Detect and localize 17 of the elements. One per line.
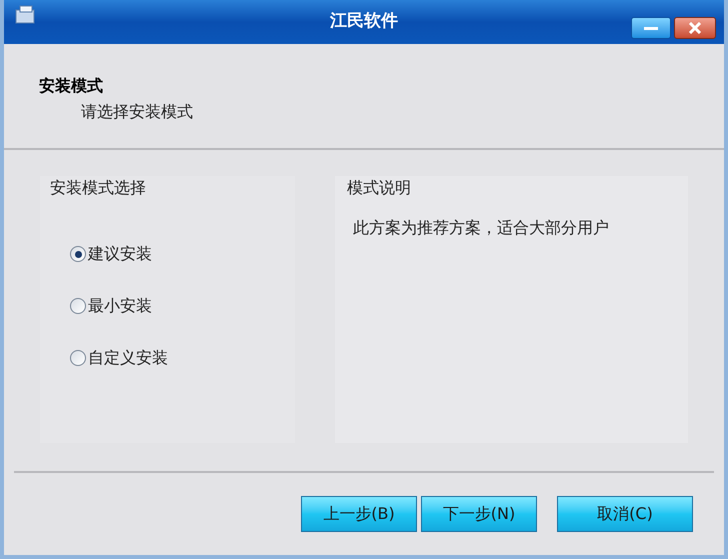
cancel-button[interactable]: 取消(C) [557, 496, 693, 532]
close-icon [688, 22, 702, 34]
mode-radio[interactable]: 自定义安装 [70, 346, 168, 370]
step-title: 安装模式 [39, 75, 104, 97]
next-button[interactable]: 下一步(N) [421, 496, 537, 532]
window-title: 江民软件 [330, 10, 398, 34]
close-button[interactable] [674, 17, 716, 39]
description-text: 此方案为推荐方案，适合大部分用户 [352, 217, 610, 239]
description-title: 模式说明 [347, 177, 412, 199]
installer-icon [14, 4, 36, 26]
step-subtitle: 请选择安装模式 [80, 101, 194, 123]
group-title: 安装模式选择 [49, 177, 147, 199]
minimize-icon [644, 26, 658, 30]
mode-radio[interactable]: 最小安装 [70, 294, 152, 318]
back-button[interactable]: 上一步(B) [301, 496, 417, 532]
mode-radio[interactable]: 建议安装 [70, 242, 152, 266]
minimize-button[interactable] [631, 17, 671, 39]
